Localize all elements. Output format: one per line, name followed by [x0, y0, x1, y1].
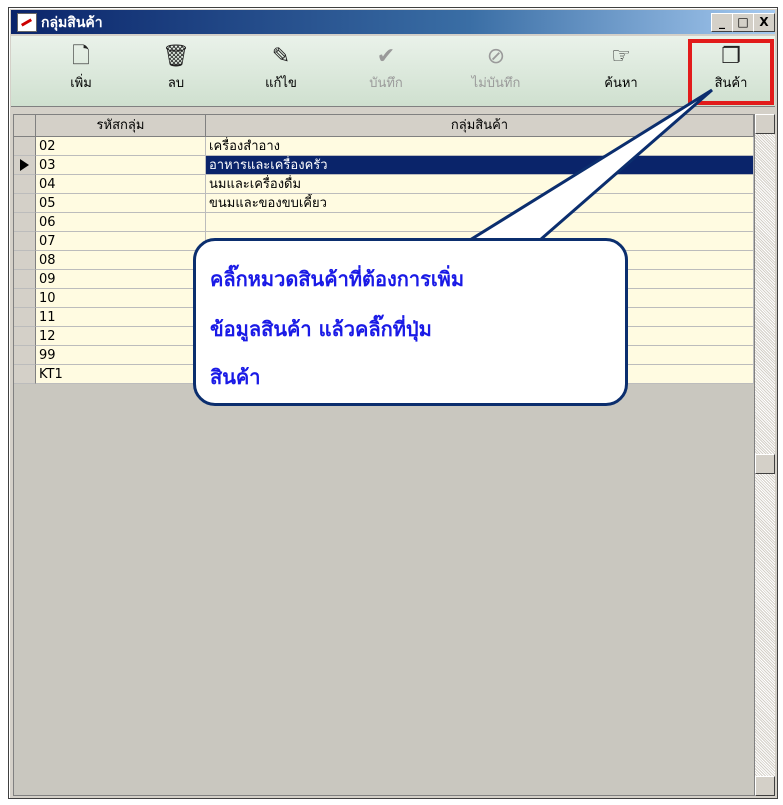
callout-line-1: คลิ๊กหมวดสินค้าที่ต้องการเพิ่ม: [210, 267, 465, 291]
callout-line-3: สินค้า: [210, 365, 261, 389]
callout-line-2: ข้อมูลสินค้า แล้วคลิ๊กที่ปุ่ม: [210, 317, 432, 341]
instruction-callout: คลิ๊กหมวดสินค้าที่ต้องการเพิ่ม ข้อมูลสิน…: [193, 238, 628, 406]
